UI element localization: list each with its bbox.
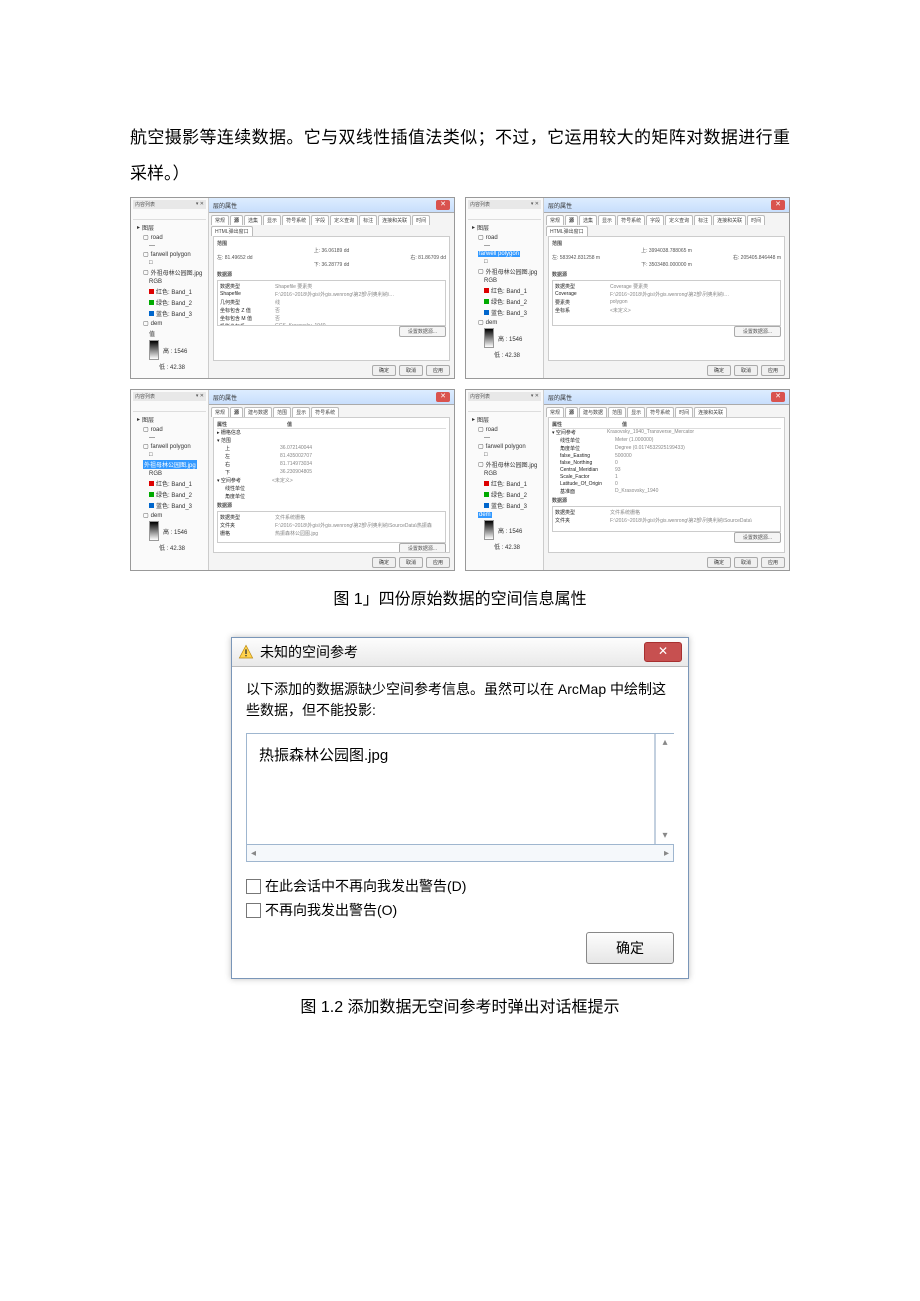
- unknown-spatial-ref-dialog: 未知的空间参考 ✕ 以下添加的数据源缺少空间参考信息。虽然可以在 ArcMap …: [231, 637, 689, 979]
- tab-strip[interactable]: 常规源选集显示符号系统字段定义查询标注连接和关联时间HTML弹出窗口: [209, 213, 454, 236]
- close-icon[interactable]: ✕: [436, 392, 450, 402]
- toc-road[interactable]: ▢ road: [133, 233, 206, 242]
- list-item[interactable]: 热振森林公园图.jpg: [259, 744, 642, 765]
- checkbox-label: 不再向我发出警告(O): [265, 900, 397, 920]
- dialog-message: 以下添加的数据源缺少空间参考信息。虽然可以在 ArcMap 中绘制这些数据，但不…: [246, 679, 674, 721]
- cancel-button[interactable]: 取消: [399, 365, 423, 376]
- dialog-title-text: 未知的空间参考: [260, 642, 358, 662]
- ok-button[interactable]: 确定: [372, 365, 396, 376]
- layer-props-panel-1: 内容列表▾ ✕ ▸ 图层 ▢ road — ▢ farwell polygon …: [130, 197, 455, 379]
- missing-sr-list: 热振森林公园图.jpg ▴▾: [246, 733, 674, 845]
- close-icon[interactable]: ✕: [771, 200, 785, 210]
- close-icon[interactable]: ✕: [436, 200, 450, 210]
- ok-button[interactable]: 确定: [586, 932, 674, 964]
- scrollbar-horizontal[interactable]: ◂▸: [246, 845, 674, 862]
- close-icon[interactable]: ✕: [771, 392, 785, 402]
- toc-farwell[interactable]: ▢ farwell polygon: [133, 250, 206, 259]
- checkbox-label: 在此会话中不再向我发出警告(D): [265, 876, 466, 896]
- dialog-title: 层的属性: [213, 201, 237, 210]
- toc-raster[interactable]: ▢ 外祖母林公园图.jpg: [133, 267, 206, 278]
- paragraph: 航空摄影等连续数据。它与双线性插值法类似；不过，它运用较大的矩阵对数据进行重采样…: [130, 120, 790, 191]
- layer-props-panel-2: 内容列表▾ ✕ ▸ 图层 ▢ road — farwell polygon □ …: [465, 197, 790, 379]
- figure-caption-1: 图 1」四份原始数据的空间信息属性: [130, 585, 790, 609]
- toc-root[interactable]: ▸ 图层: [133, 222, 206, 233]
- checkbox-session-warn[interactable]: [246, 879, 261, 894]
- toc-dem[interactable]: ▢ dem: [133, 319, 206, 328]
- set-datasource-button[interactable]: 设置数据源...: [399, 326, 446, 337]
- layer-props-panel-3: 内容列表▾ ✕ ▸ 图层 ▢ road — ▢ farwell polygon …: [130, 389, 455, 571]
- figure-caption-2: 图 1.2 添加数据无空间参考时弹出对话框提示: [130, 993, 790, 1017]
- layer-props-panel-4: 内容列表▾ ✕ ▸ 图层 ▢ road — ▢ farwell polygon …: [465, 389, 790, 571]
- toc-pane: 内容列表▾ ✕ ▸ 图层 ▢ road — ▢ farwell polygon …: [131, 198, 209, 378]
- warning-icon: [238, 644, 254, 660]
- checkbox-global-warn[interactable]: [246, 903, 261, 918]
- apply-button[interactable]: 应用: [426, 365, 450, 376]
- scrollbar-vertical[interactable]: ▴▾: [655, 734, 674, 844]
- close-icon[interactable]: ✕: [644, 642, 682, 662]
